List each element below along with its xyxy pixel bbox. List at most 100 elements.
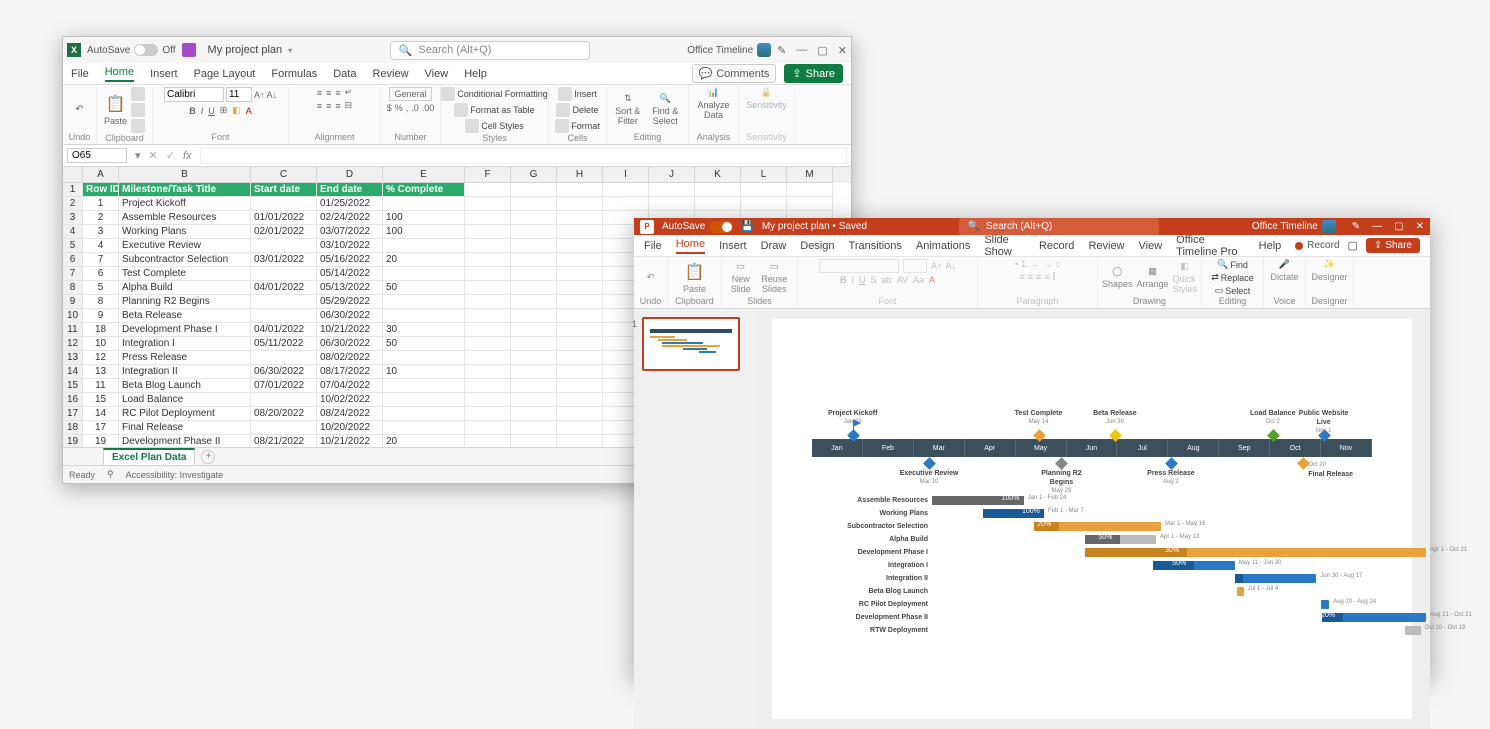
col-header-m[interactable]: M xyxy=(787,167,833,183)
merge-icon[interactable]: ⊟ xyxy=(345,100,353,111)
col-header-f[interactable]: F xyxy=(465,167,511,183)
find-icon[interactable]: 🔍 xyxy=(1217,259,1228,270)
header-cell-d[interactable]: End date xyxy=(317,183,383,197)
font-size-select[interactable] xyxy=(226,87,252,102)
dec-inc-icon[interactable]: .0 xyxy=(411,103,419,113)
pp-menu-design[interactable]: Design xyxy=(800,240,834,252)
pp-menu-transitions[interactable]: Transitions xyxy=(849,240,902,252)
format-cells-button[interactable]: Format xyxy=(571,121,600,131)
reuse-slide-button[interactable]: Reuse Slides xyxy=(758,274,791,294)
pp-autosave-toggle[interactable]: AutoSave xyxy=(662,221,733,233)
percent-icon[interactable]: % xyxy=(395,103,403,113)
table-row[interactable]: 21Project Kickoff01/25/2022 xyxy=(63,197,851,211)
name-box[interactable] xyxy=(67,148,127,163)
pp-menu-insert[interactable]: Insert xyxy=(719,240,747,252)
menu-view[interactable]: View xyxy=(425,68,449,80)
font-grow-icon[interactable]: A↑ xyxy=(254,90,265,100)
minimize-icon[interactable]: — xyxy=(796,44,807,56)
bold-button[interactable]: B xyxy=(189,106,196,116)
formula-bar[interactable] xyxy=(200,148,847,164)
pp-menu-view[interactable]: View xyxy=(1139,240,1163,252)
col-header-g[interactable]: G xyxy=(511,167,557,183)
comma-icon[interactable]: , xyxy=(406,103,409,113)
sort-icon[interactable]: ⇅ xyxy=(624,93,632,104)
menu-page-layout[interactable]: Page Layout xyxy=(194,68,256,80)
sheet-tab-plan-data[interactable]: Excel Plan Data xyxy=(103,448,195,465)
align-left-icon[interactable]: ≡ xyxy=(317,101,322,111)
designer-icon[interactable]: ✨ xyxy=(1324,259,1335,270)
maximize-icon[interactable]: ▢ xyxy=(817,44,827,57)
pen-icon[interactable]: ✎ xyxy=(777,44,786,57)
align-top-icon[interactable]: ≡ xyxy=(317,88,322,98)
autosave-toggle[interactable]: AutoSave Off xyxy=(87,44,176,56)
col-header-h[interactable]: H xyxy=(557,167,603,183)
cell-styles-icon[interactable] xyxy=(465,119,479,133)
analyze-icon[interactable]: 📊 xyxy=(708,87,719,98)
cond-fmt-icon[interactable] xyxy=(441,87,455,101)
header-cell-a[interactable]: Row ID xyxy=(83,183,119,197)
add-sheet-button[interactable]: + xyxy=(201,450,215,464)
toggle-on-icon[interactable] xyxy=(709,221,733,233)
font-name-select[interactable] xyxy=(164,87,224,102)
cond-fmt-button[interactable]: Conditional Formatting xyxy=(457,89,548,99)
pp-office-timeline-chip[interactable]: Office Timeline xyxy=(1252,220,1336,234)
delete-cells-button[interactable]: Delete xyxy=(572,105,598,115)
save-icon[interactable]: 💾 xyxy=(741,221,753,232)
pp-menu-otp[interactable]: Office Timeline Pro xyxy=(1176,234,1244,258)
menu-formulas[interactable]: Formulas xyxy=(271,68,317,80)
paste-icon[interactable]: 📋 xyxy=(106,94,126,114)
pp-menu-home[interactable]: Home xyxy=(676,238,705,254)
accessibility-icon[interactable]: ⚲ xyxy=(107,469,114,480)
confirm-fx-icon[interactable]: ✓ xyxy=(166,149,175,162)
arrange-button[interactable]: Arrange xyxy=(1137,279,1169,289)
maximize-icon[interactable]: ▢ xyxy=(1394,221,1403,232)
pp-menu-review[interactable]: Review xyxy=(1088,240,1124,252)
undo-icon[interactable]: ↶ xyxy=(647,272,655,283)
new-slide-icon[interactable]: ▭ xyxy=(737,261,746,272)
doc-title[interactable]: My project plan xyxy=(208,44,283,56)
fill-color-icon[interactable]: ◧ xyxy=(232,105,241,116)
align-mid-icon[interactable]: ≡ xyxy=(326,88,331,98)
minimize-icon[interactable]: — xyxy=(1372,221,1382,232)
fmt-table-button[interactable]: Format as Table xyxy=(470,105,534,115)
pp-menu-draw[interactable]: Draw xyxy=(761,240,787,252)
col-header-j[interactable]: J xyxy=(649,167,695,183)
office-timeline-chip[interactable]: Office Timeline xyxy=(687,43,771,57)
undo-icon[interactable]: ↶ xyxy=(75,104,83,115)
find-icon[interactable]: 🔍 xyxy=(660,93,671,104)
insert-cell-icon[interactable] xyxy=(558,87,572,101)
comments-button[interactable]: 💬 Comments xyxy=(692,64,777,83)
underline-button[interactable]: U xyxy=(208,106,215,116)
italic-button[interactable]: I xyxy=(201,106,204,116)
align-bot-icon[interactable]: ≡ xyxy=(335,88,340,98)
record-button[interactable]: Record xyxy=(1295,240,1339,251)
arrange-icon[interactable]: ▦ xyxy=(1148,266,1157,277)
delete-cell-icon[interactable] xyxy=(556,103,570,117)
share-button[interactable]: ⇪ Share xyxy=(784,64,843,83)
dec-dec-icon[interactable]: .00 xyxy=(422,103,435,113)
fmt-painter-icon[interactable] xyxy=(131,119,145,133)
designer-button[interactable]: Designer xyxy=(1311,272,1347,282)
pp-menu-animations[interactable]: Animations xyxy=(916,240,970,252)
pp-find-button[interactable]: Find xyxy=(1230,260,1248,270)
header-cell-e[interactable]: % Complete xyxy=(383,183,465,197)
col-header-d[interactable]: D xyxy=(317,167,383,183)
font-shrink-icon[interactable]: A↓ xyxy=(267,90,278,100)
chevron-down-icon[interactable]: ▾ xyxy=(288,46,292,55)
cancel-fx-icon[interactable]: ✕ xyxy=(149,149,158,162)
menu-help[interactable]: Help xyxy=(464,68,487,80)
font-color-icon[interactable]: A xyxy=(246,106,252,116)
pp-select-button[interactable]: Select xyxy=(1225,286,1250,296)
fx-icon[interactable]: fx xyxy=(183,150,192,162)
find-button[interactable]: Find & Select xyxy=(649,106,682,126)
col-header-b[interactable]: B xyxy=(119,167,251,183)
col-header-a[interactable]: A xyxy=(83,167,119,183)
reuse-slide-icon[interactable]: ▭ xyxy=(770,261,779,272)
replace-icon[interactable]: ⇄ xyxy=(1211,272,1219,283)
close-icon[interactable]: ✕ xyxy=(838,44,847,57)
slide-canvas[interactable]: JanFebMarAprMayJunJulAugSepOctNovProject… xyxy=(754,309,1430,729)
sort-button[interactable]: Sort & Filter xyxy=(613,106,643,126)
cell-styles-button[interactable]: Cell Styles xyxy=(481,121,524,131)
format-cell-icon[interactable] xyxy=(555,119,569,133)
fmt-table-icon[interactable] xyxy=(454,103,468,117)
